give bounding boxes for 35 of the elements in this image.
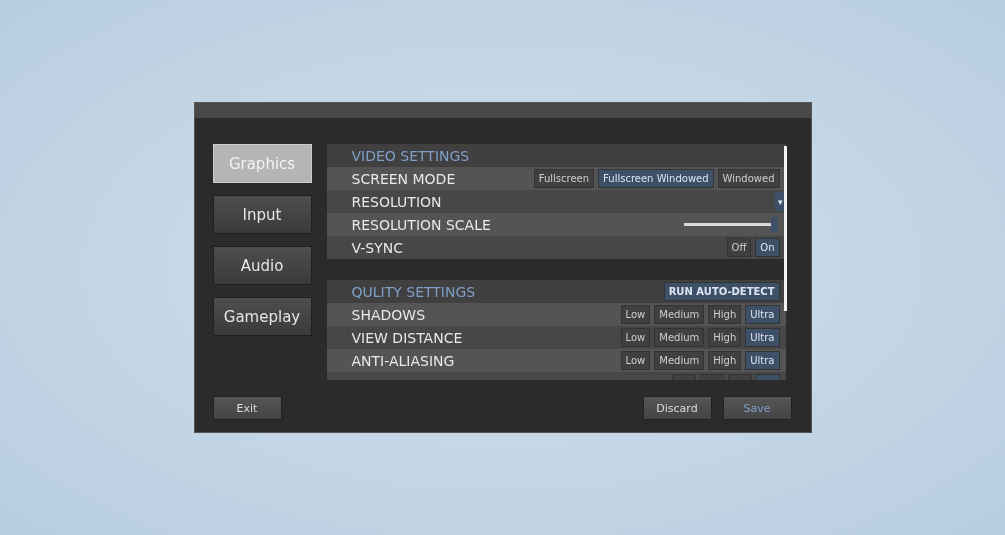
option-button[interactable]: Ultra [745,305,780,324]
auto-detect-button[interactable]: RUN AUTO-DETECT [663,282,780,301]
setting-label: RESOLUTION [351,193,443,210]
footer-button[interactable]: Discard [642,396,712,420]
option-button[interactable]: Ultra [745,328,780,347]
setting-label: RESOLUTION SCALE [351,216,492,233]
slider[interactable] [683,217,778,232]
footer-button[interactable]: Exit [212,396,282,420]
setting-label: SCREEN MODE [351,170,457,187]
option-button[interactable]: Windowed [717,169,780,188]
option-button[interactable]: Medium [654,328,705,347]
option-button[interactable]: Low [620,305,651,324]
setting-label: SHADOWS [351,306,427,323]
option-button[interactable]: Medium [654,351,705,370]
sidebar-tab[interactable]: Gameplay [212,297,312,336]
setting-label: ANTI-ALIASING [351,352,456,369]
option-button[interactable]: High [708,328,742,347]
sidebar-tab[interactable]: Audio [212,246,312,285]
scrollbar[interactable] [783,146,787,311]
setting-label: V-SYNC [351,239,404,256]
setting-label: VIEW DISTANCE [351,329,464,346]
option-button[interactable]: Fullscreen Windowed [598,169,714,188]
option-button[interactable]: Off [726,238,752,257]
sidebar-tab[interactable]: Input [212,195,312,234]
option-button[interactable]: Low [620,328,651,347]
option-button[interactable]: High [708,351,742,370]
option-button[interactable]: Fullscreen [533,169,595,188]
option-button[interactable]: Low [620,351,651,370]
section-title: VIDEO SETTINGS [351,147,471,164]
option-button[interactable]: Ultra [745,351,780,370]
option-button[interactable]: Medium [654,305,705,324]
option-button[interactable]: On [755,238,780,257]
option-button[interactable]: High [708,305,742,324]
section-title: QULITY SETTINGS [351,283,477,300]
slider-thumb[interactable] [770,217,778,232]
